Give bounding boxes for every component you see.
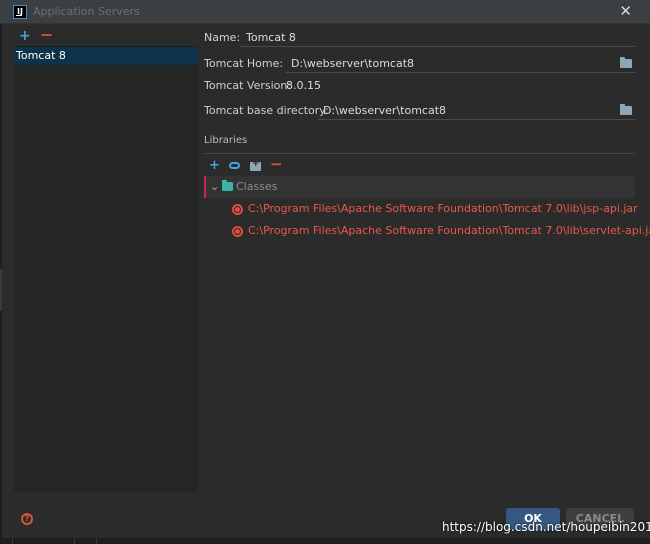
- error-globe-icon: [232, 204, 243, 215]
- library-item-path: C:\Program Files\Apache Software Foundat…: [248, 224, 650, 237]
- help-icon[interactable]: ?: [21, 513, 33, 525]
- libraries-title: Libraries: [204, 135, 248, 146]
- tomcat-home-field[interactable]: D:\webserver\tomcat8: [291, 57, 414, 70]
- background-edge: [0, 24, 2, 544]
- remove-library-button[interactable]: −: [270, 157, 283, 172]
- name-field[interactable]: Tomcat 8: [246, 31, 296, 44]
- tomcat-home-underline: [286, 72, 635, 73]
- add-library-button[interactable]: +: [209, 159, 220, 173]
- background-bottom-edge: [0, 538, 650, 544]
- folder-add-icon[interactable]: [250, 159, 261, 171]
- libraries-divider: [204, 153, 635, 154]
- library-item-path: C:\Program Files\Apache Software Foundat…: [248, 202, 638, 215]
- server-list-item[interactable]: Tomcat 8: [14, 47, 198, 65]
- name-field-underline: [240, 46, 635, 47]
- title-bar: IJ Application Servers ✕: [0, 0, 650, 24]
- libraries-tree[interactable]: ⌄ Classes C:\Program Files\Apache Softwa…: [204, 176, 650, 246]
- folder-icon[interactable]: [620, 104, 632, 115]
- name-label: Name:: [204, 31, 241, 44]
- link-icon[interactable]: [229, 162, 240, 169]
- tomcat-base-directory-underline: [318, 119, 635, 120]
- tomcat-home-label: Tomcat Home:: [204, 57, 284, 70]
- folder-icon[interactable]: [620, 57, 632, 68]
- remove-server-button[interactable]: −: [40, 27, 53, 43]
- tomcat-version-value: 8.0.15: [286, 79, 321, 92]
- classes-node[interactable]: ⌄ Classes: [204, 176, 635, 198]
- chevron-down-icon[interactable]: ⌄: [210, 180, 219, 193]
- tomcat-base-directory-label: Tomcat base directory:: [204, 104, 329, 117]
- tomcat-version-label: Tomcat Version:: [204, 79, 292, 92]
- server-list-toolbar: + −: [14, 27, 198, 46]
- classes-folder-icon: [222, 180, 233, 191]
- server-list-item-label: Tomcat 8: [16, 49, 66, 62]
- intellij-app-icon: IJ: [13, 5, 27, 19]
- close-icon[interactable]: ✕: [619, 3, 632, 19]
- classes-node-label: Classes: [236, 180, 278, 193]
- error-globe-icon: [232, 226, 243, 237]
- watermark: https://blog.csdn.net/houpeibin2012: [442, 520, 650, 534]
- add-server-button[interactable]: +: [19, 28, 31, 44]
- window-title: Application Servers: [33, 5, 140, 18]
- server-list[interactable]: Tomcat 8: [14, 46, 198, 492]
- tomcat-base-directory-field[interactable]: D:\webserver\tomcat8: [323, 104, 446, 117]
